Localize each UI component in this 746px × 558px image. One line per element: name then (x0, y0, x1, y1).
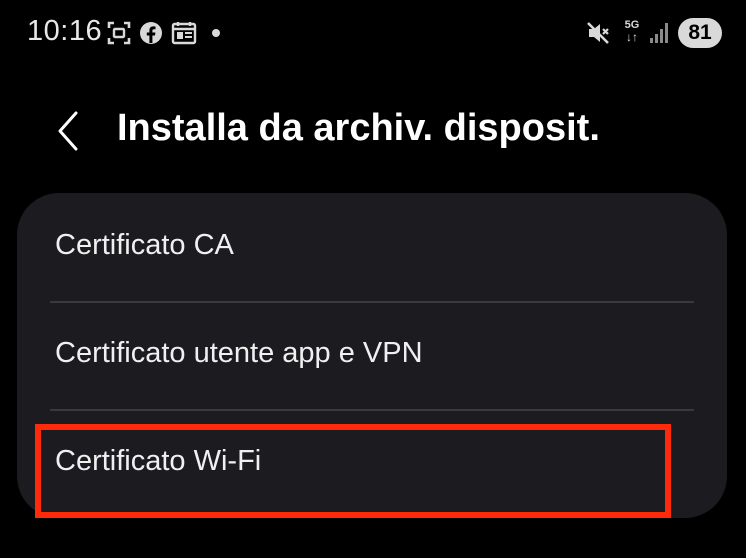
mute-icon (587, 22, 609, 44)
calendar-news-icon (171, 22, 197, 45)
facebook-icon (140, 22, 162, 44)
data-arrows: ↓↑ (626, 30, 638, 44)
certificate-list-card: Certificato CA Certificato utente app e … (17, 193, 727, 518)
network-5g-icon: 5G ↓↑ (622, 19, 642, 44)
signal-icon (650, 23, 668, 43)
header: Installa da archiv. disposit. (0, 95, 746, 170)
battery-level: 81 (688, 21, 712, 44)
status-clock: 10:16 (27, 15, 103, 47)
list-item-certificato-wifi[interactable]: Certificato Wi-Fi (17, 411, 727, 518)
screenshot-icon (107, 21, 131, 45)
list-item-label: Certificato utente app e VPN (55, 337, 423, 369)
list-item-label: Certificato Wi-Fi (55, 445, 262, 477)
chevron-left-icon (58, 111, 78, 151)
list-item-certificato-utente-app-vpn[interactable]: Certificato utente app e VPN (17, 303, 727, 409)
list-item-certificato-ca[interactable]: Certificato CA (17, 193, 727, 301)
notification-dot-icon (212, 29, 220, 37)
page-title: Installa da archiv. disposit. (117, 107, 600, 149)
status-bar: 10:16 5G ↓↑ 81 (0, 0, 746, 70)
screen: 10:16 5G ↓↑ 81 Installa da archiv. dispo… (0, 0, 746, 558)
list-item-label: Certificato CA (55, 229, 234, 261)
back-button[interactable] (48, 103, 92, 159)
battery-icon: 81 (678, 18, 722, 48)
